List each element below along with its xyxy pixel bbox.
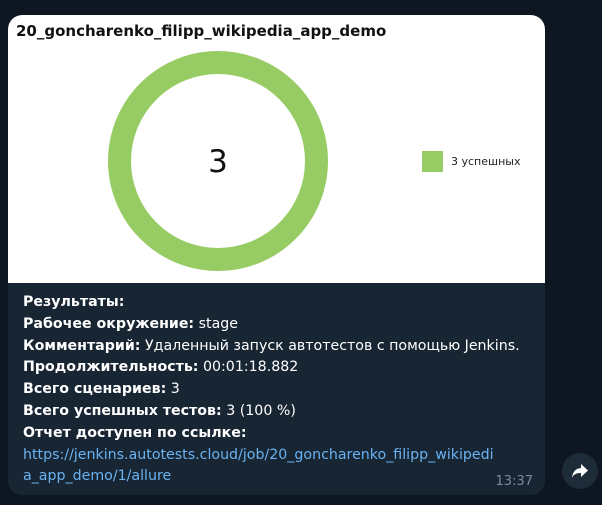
message-text: Результаты: Рабочее окружение: stage Ком… [23,292,538,488]
results-heading: Результаты: [23,294,125,310]
env-label: Рабочее окружение: [23,315,195,332]
env-value: stage [194,315,239,332]
scenarios-label: Всего сценариев: [23,381,167,398]
share-button[interactable] [562,453,598,489]
comment-value: Удаленный запуск автотестов с помощью Je… [140,337,520,354]
comment-label: Комментарий: [23,337,141,354]
donut-chart: 3 [108,51,328,271]
chart-legend: 3 успешных [422,151,520,172]
legend-label: 3 успешных [451,155,521,168]
report-label: Отчет доступен по ссылке: [23,424,247,441]
donut-center-value: 3 [208,144,228,180]
share-arrow-icon [572,464,588,478]
passed-label: Всего успешных тестов: [23,402,222,419]
report-link-line1[interactable]: https://jenkins.autotests.cloud/job/20_g… [23,447,494,463]
report-chart-image[interactable]: 20_goncharenko_filipp_wikipedia_app_demo… [8,15,545,283]
duration-label: Продолжительность: [23,359,199,376]
legend-swatch [422,151,443,172]
report-link-line2[interactable]: a_app_demo/1/allure [23,468,171,484]
scenarios-value: 3 [166,381,180,398]
duration-value: 00:01:18.882 [198,359,299,376]
message-bubble: 20_goncharenko_filipp_wikipedia_app_demo… [8,15,545,495]
passed-value: 3 (100 %) [221,402,296,419]
message-timestamp: 13:37 [495,474,533,489]
